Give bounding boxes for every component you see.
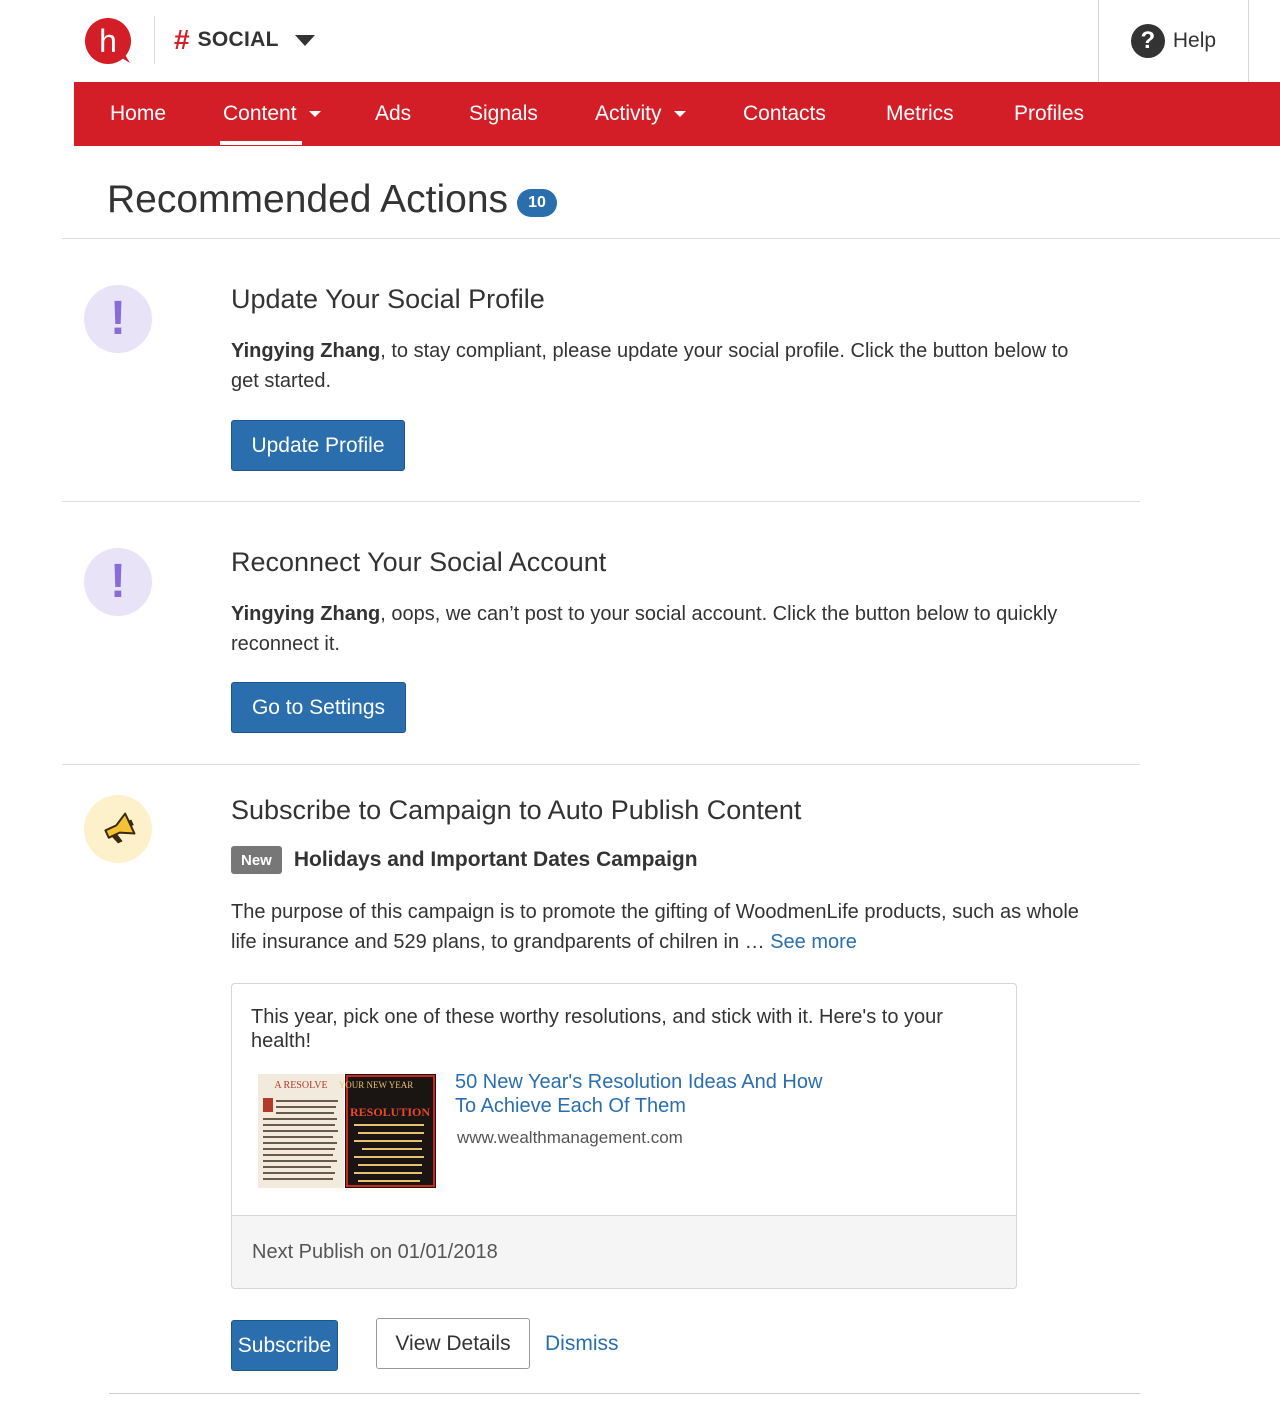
count-badge: 10 bbox=[517, 189, 558, 217]
caret-down-icon bbox=[294, 34, 315, 46]
campaign-description-text: The purpose of this campaign is to promo… bbox=[231, 901, 1079, 953]
logo-divider bbox=[154, 16, 155, 64]
action-text-reconnect-account: Yingying Zhang, oops, we can’t post to y… bbox=[231, 599, 1071, 659]
svg-text:h: h bbox=[99, 23, 117, 59]
article-domain: www.wealthmanagement.com bbox=[457, 1128, 683, 1147]
nav-contacts[interactable]: Contacts bbox=[743, 82, 826, 146]
campaign-description: The purpose of this campaign is to promo… bbox=[231, 897, 1081, 957]
campaign-header: New Holidays and Important Dates Campaig… bbox=[231, 846, 698, 874]
nav-signals-label: Signals bbox=[469, 102, 538, 125]
nav-profiles-label: Profiles bbox=[1014, 102, 1085, 125]
title-divider bbox=[62, 238, 1280, 239]
nav-ads[interactable]: Ads bbox=[375, 82, 411, 146]
thumb-left-heading: A RESOLVE bbox=[274, 1080, 327, 1091]
action-title-reconnect-account: Reconnect Your Social Account bbox=[231, 547, 607, 577]
alert-icon: ! bbox=[84, 285, 152, 353]
question-circle-icon: ? bbox=[1130, 24, 1165, 58]
caret-down-icon bbox=[308, 111, 321, 117]
nav-profiles[interactable]: Profiles bbox=[1014, 82, 1084, 146]
action-title-update-profile: Update Your Social Profile bbox=[231, 284, 545, 314]
app-name: SOCIAL bbox=[197, 28, 279, 51]
hash-icon: # bbox=[174, 24, 190, 55]
page-title: Recommended Actions bbox=[107, 178, 509, 221]
new-badge: New bbox=[231, 846, 282, 874]
nav-home[interactable]: Home bbox=[110, 82, 166, 146]
post-footer: Next Publish on 01/01/2018 bbox=[232, 1215, 1016, 1288]
dismiss-link[interactable]: Dismiss bbox=[545, 1332, 619, 1356]
action-text-update-profile: Yingying Zhang, to stay compliant, pleas… bbox=[231, 336, 1071, 396]
article-link[interactable]: 50 New Year's Resolution Ideas And How T… bbox=[455, 1070, 835, 1118]
campaign-title: Subscribe to Campaign to Auto Publish Co… bbox=[231, 795, 802, 825]
nav-content-label: Content bbox=[223, 102, 297, 125]
nav-contacts-label: Contacts bbox=[743, 102, 826, 125]
go-to-settings-button[interactable]: Go to Settings bbox=[231, 682, 406, 733]
page-header: Recommended Actions 10 bbox=[107, 178, 558, 222]
main-nav: Home Content Ads Signals Activity Contac… bbox=[74, 82, 1280, 146]
thumb-right-sub: RESOLUTION bbox=[350, 1105, 430, 1119]
megaphone-icon-circle bbox=[84, 795, 152, 863]
nav-content[interactable]: Content bbox=[223, 82, 321, 146]
article-thumbnail[interactable]: A RESOLVE YOUR NEW YEAR RESOLUTION bbox=[258, 1074, 436, 1188]
next-publish-date: Next Publish on 01/01/2018 bbox=[252, 1241, 498, 1263]
nav-metrics-label: Metrics bbox=[886, 102, 954, 125]
post-preview-card: This year, pick one of these worthy reso… bbox=[231, 983, 1017, 1289]
subscribe-button[interactable]: Subscribe bbox=[231, 1320, 338, 1371]
nav-activity[interactable]: Activity bbox=[595, 82, 686, 146]
card-divider bbox=[62, 764, 1140, 765]
nav-signals[interactable]: Signals bbox=[469, 82, 538, 146]
help-label: Help bbox=[1172, 29, 1217, 52]
thumb-right-heading: YOUR NEW YEAR bbox=[339, 1080, 414, 1090]
caret-down-icon bbox=[673, 111, 686, 117]
help-button[interactable]: ? Help bbox=[1098, 0, 1249, 82]
campaign-name: Holidays and Important Dates Campaign bbox=[293, 848, 698, 871]
hearsay-logo[interactable]: h bbox=[84, 17, 132, 65]
nav-ads-label: Ads bbox=[375, 102, 412, 125]
exclamation-icon: ! bbox=[110, 292, 126, 345]
app-switcher-dropdown[interactable]: # SOCIAL bbox=[174, 22, 315, 58]
user-name: Yingying Zhang bbox=[231, 340, 381, 362]
nav-metrics[interactable]: Metrics bbox=[886, 82, 954, 146]
post-text: This year, pick one of these worthy reso… bbox=[251, 1006, 943, 1052]
card-divider bbox=[62, 501, 1140, 502]
view-details-button[interactable]: View Details bbox=[376, 1318, 530, 1369]
megaphone-icon bbox=[104, 812, 136, 844]
alert-icon: ! bbox=[84, 548, 152, 616]
update-profile-button[interactable]: Update Profile bbox=[231, 420, 405, 471]
card-divider bbox=[109, 1393, 1140, 1394]
nav-activity-label: Activity bbox=[595, 102, 662, 125]
exclamation-icon: ! bbox=[110, 555, 126, 608]
top-header: h # SOCIAL ? Help bbox=[0, 0, 1280, 82]
nav-active-indicator bbox=[220, 141, 302, 145]
nav-home-label: Home bbox=[110, 102, 167, 125]
see-more-link[interactable]: See more bbox=[770, 931, 857, 953]
user-name: Yingying Zhang bbox=[231, 603, 381, 625]
